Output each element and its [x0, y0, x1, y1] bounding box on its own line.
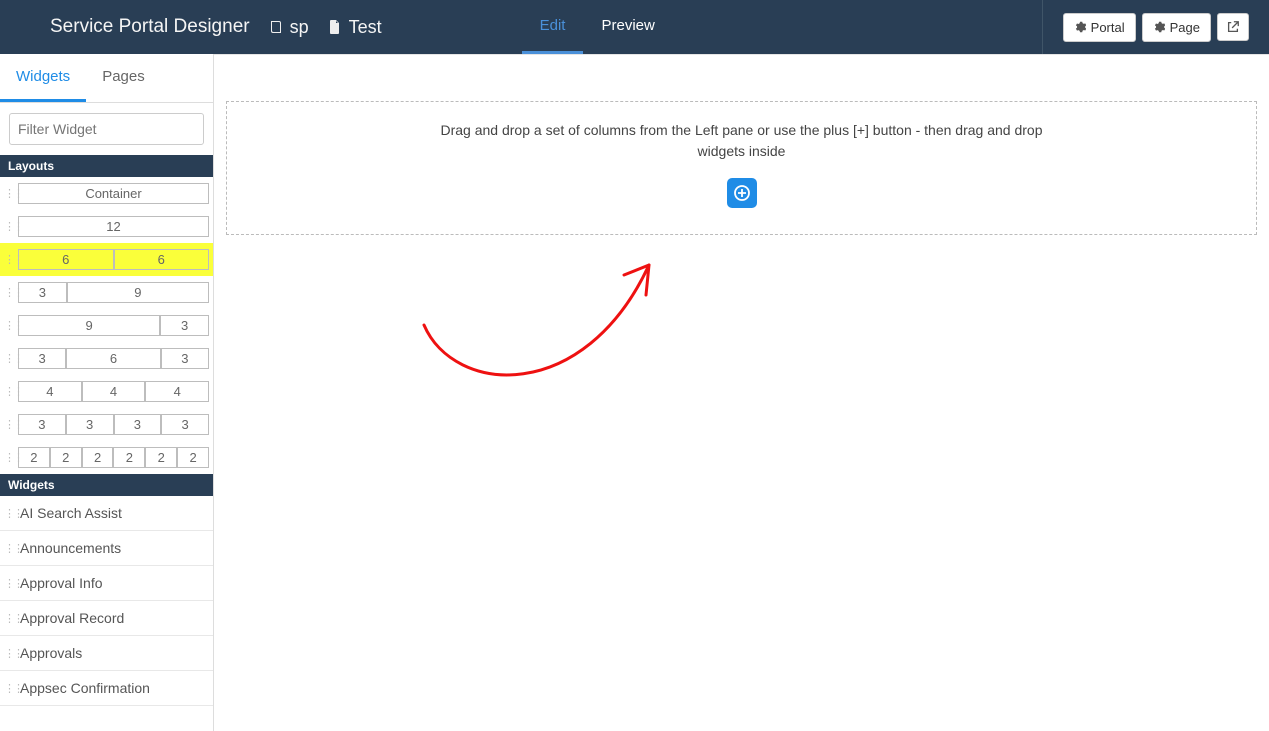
layout-col-4: 4 — [82, 381, 146, 402]
book-icon — [268, 19, 284, 35]
hand-drawn-arrow-annotation — [414, 235, 674, 415]
sidebar: Widgets Pages Layouts ⋮⋮ Container ⋮⋮ 12 ⋮⋮ 6… — [0, 54, 214, 731]
drag-handle-icon: ⋮⋮ — [4, 352, 14, 365]
layout-col-3: 3 — [161, 348, 209, 369]
drag-handle-icon: ⋮⋮ — [4, 385, 14, 398]
widget-item[interactable]: ⋮⋮ Approvals — [0, 636, 213, 671]
layout-col-6: 6 — [66, 348, 161, 369]
drag-handle-icon: ⋮⋮ — [4, 577, 14, 590]
sidebar-tab-pages[interactable]: Pages — [86, 54, 161, 102]
drag-handle-icon: ⋮⋮ — [4, 612, 14, 625]
layout-col-4: 4 — [145, 381, 209, 402]
external-link-icon — [1226, 20, 1240, 34]
drag-handle-icon: ⋮⋮ — [4, 187, 14, 200]
section-layouts: Layouts — [0, 155, 213, 177]
layout-col-2: 2 — [50, 447, 82, 468]
layout-col-3: 3 — [18, 348, 66, 369]
tab-preview[interactable]: Preview — [583, 0, 672, 54]
layout-col-2: 2 — [145, 447, 177, 468]
layout-col-2: 2 — [18, 447, 50, 468]
layout-item-3[interactable]: ⋮⋮ 39 — [0, 276, 213, 309]
layout-col-2: 2 — [113, 447, 145, 468]
drag-handle-icon: ⋮⋮ — [4, 647, 14, 660]
drag-handle-icon: ⋮⋮ — [4, 451, 14, 464]
layout-col-3: 3 — [114, 414, 162, 435]
widget-item[interactable]: ⋮⋮ Approval Record — [0, 601, 213, 636]
drag-handle-icon: ⋮⋮ — [4, 253, 14, 266]
layout-item-2[interactable]: ⋮⋮ 66 — [0, 243, 213, 276]
tab-edit[interactable]: Edit — [522, 0, 584, 54]
mode-tabs: Edit Preview — [522, 0, 673, 54]
layout-col-9: 9 — [67, 282, 209, 303]
gear-icon — [1153, 21, 1165, 33]
layout-col-12: 12 — [18, 216, 209, 237]
drag-handle-icon: ⋮⋮ — [4, 507, 14, 520]
layout-col-9: 9 — [18, 315, 160, 336]
layout-container-cell: Container — [18, 183, 209, 204]
layout-col-4: 4 — [18, 381, 82, 402]
layout-item-4[interactable]: ⋮⋮ 93 — [0, 309, 213, 342]
add-container-button[interactable] — [727, 178, 757, 208]
widget-item[interactable]: ⋮⋮ Appsec Confirmation — [0, 671, 213, 706]
gear-icon — [1074, 21, 1086, 33]
drag-handle-icon: ⋮⋮ — [4, 220, 14, 233]
layout-item-8[interactable]: ⋮⋮222222 — [0, 441, 213, 474]
layout-col-3: 3 — [161, 414, 209, 435]
page-settings-button[interactable]: Page — [1142, 13, 1211, 42]
widget-item-label: Appsec Confirmation — [20, 680, 150, 696]
drag-handle-icon: ⋮⋮ — [4, 418, 14, 431]
drag-handle-icon: ⋮⋮ — [4, 542, 14, 555]
layout-item-0[interactable]: ⋮⋮ Container — [0, 177, 213, 210]
open-external-button[interactable] — [1217, 13, 1249, 41]
layout-col-2: 2 — [82, 447, 114, 468]
widget-item-label: Announcements — [20, 540, 121, 556]
widget-item-label: Approval Record — [20, 610, 124, 626]
widget-item[interactable]: ⋮⋮ AI Search Assist — [0, 496, 213, 531]
widget-item-label: Approvals — [20, 645, 82, 661]
app-title: Service Portal Designer — [50, 16, 250, 38]
layout-col-3: 3 — [66, 414, 114, 435]
portal-settings-button[interactable]: Portal — [1063, 13, 1136, 42]
plus-circle-icon — [734, 185, 750, 201]
widget-item[interactable]: ⋮⋮ Approval Info — [0, 566, 213, 601]
layout-item-6[interactable]: ⋮⋮444 — [0, 375, 213, 408]
widget-item-label: Approval Info — [20, 575, 103, 591]
top-bar: Service Portal Designer sp Test Edit Pre… — [0, 0, 1269, 54]
portal-crumb[interactable]: sp — [268, 17, 309, 38]
canvas: Drag and drop a set of columns from the … — [214, 54, 1269, 731]
drag-handle-icon: ⋮⋮ — [4, 286, 14, 299]
page-crumb[interactable]: Test — [327, 17, 382, 38]
widget-item[interactable]: ⋮⋮ Announcements — [0, 531, 213, 566]
filter-widget-input[interactable] — [9, 113, 204, 145]
top-right-actions: Portal Page — [1042, 0, 1249, 54]
layout-col-3: 3 — [160, 315, 209, 336]
layout-item-1[interactable]: ⋮⋮ 12 — [0, 210, 213, 243]
sidebar-tabs: Widgets Pages — [0, 54, 213, 103]
layout-col-2: 2 — [177, 447, 209, 468]
sidebar-body: Layouts ⋮⋮Container⋮⋮12⋮⋮66⋮⋮39⋮⋮93⋮⋮363… — [0, 103, 213, 731]
dropzone-hint: Drag and drop a set of columns from the … — [432, 120, 1052, 162]
section-widgets: Widgets — [0, 474, 213, 496]
file-icon — [327, 19, 343, 35]
layout-item-7[interactable]: ⋮⋮3333 — [0, 408, 213, 441]
layout-item-5[interactable]: ⋮⋮ 363 — [0, 342, 213, 375]
widget-item-label: AI Search Assist — [20, 505, 122, 521]
drag-handle-icon: ⋮⋮ — [4, 319, 14, 332]
sidebar-tab-widgets[interactable]: Widgets — [0, 54, 86, 102]
main: Widgets Pages Layouts ⋮⋮ Container ⋮⋮ 12 ⋮⋮ 6… — [0, 54, 1269, 731]
dropzone[interactable]: Drag and drop a set of columns from the … — [226, 101, 1257, 235]
layout-col-6: 6 — [114, 249, 210, 270]
layout-col-3: 3 — [18, 282, 67, 303]
layout-col-6: 6 — [18, 249, 114, 270]
layout-col-3: 3 — [18, 414, 66, 435]
drag-handle-icon: ⋮⋮ — [4, 682, 14, 695]
